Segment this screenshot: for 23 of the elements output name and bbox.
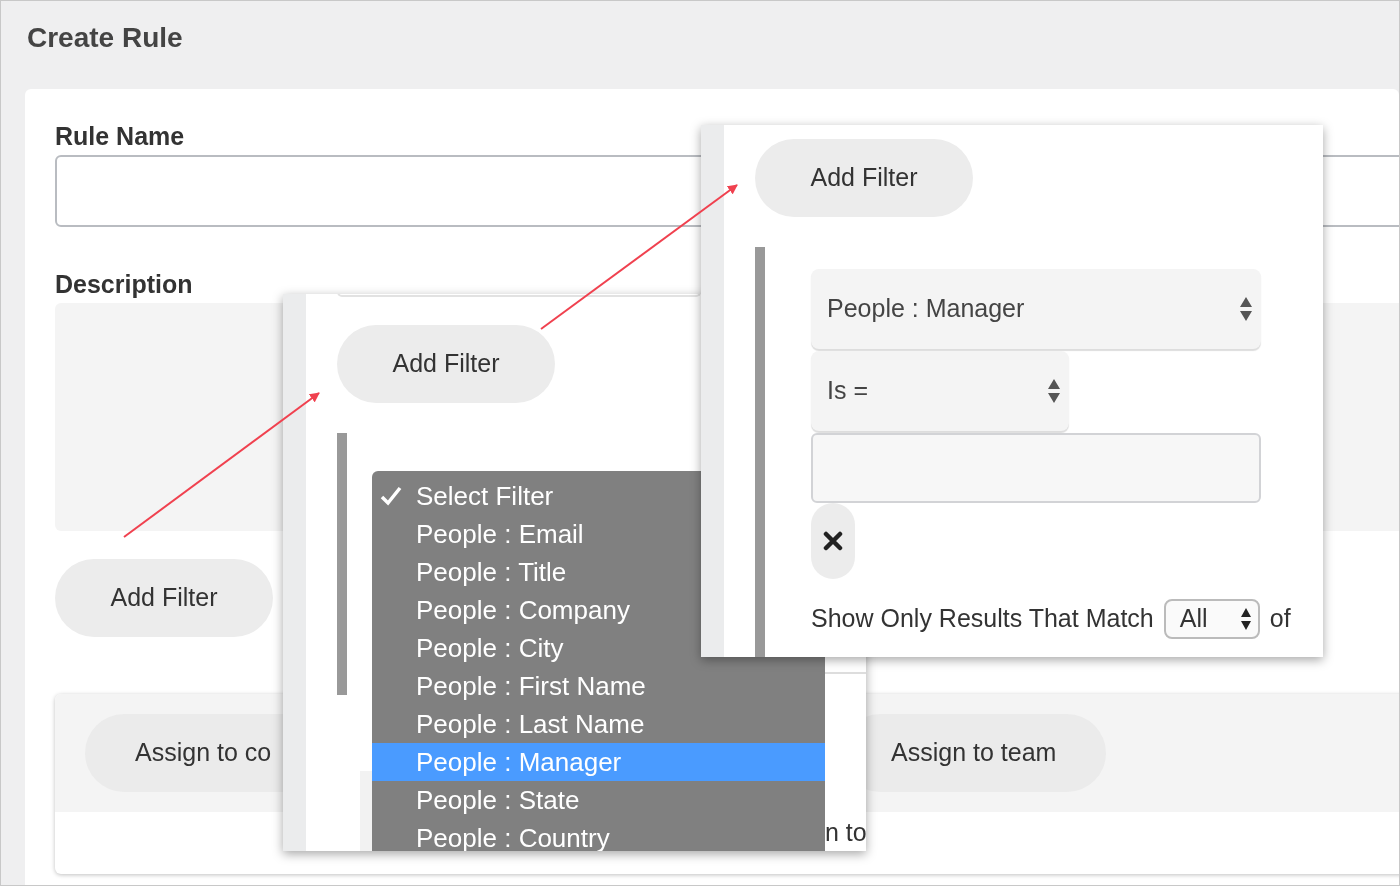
text-fragment: n to xyxy=(825,817,866,848)
dropdown-option[interactable]: People : First Name xyxy=(372,667,825,705)
close-icon xyxy=(823,531,843,551)
select-arrows-icon xyxy=(1239,296,1253,322)
input-field[interactable] xyxy=(811,433,1261,503)
select-arrows-icon xyxy=(1239,607,1252,631)
filter-select[interactable]: People : Manager xyxy=(811,269,1261,349)
dropdown-option[interactable]: People : Manager xyxy=(372,743,825,781)
dropdown-option[interactable]: People : Last Name xyxy=(372,705,825,743)
match-select[interactable]: All xyxy=(1163,599,1260,639)
page-title: Create Rule xyxy=(26,21,184,55)
add-filter-button[interactable]: Add Filter xyxy=(337,325,555,403)
add-filter-button[interactable]: Add Filter xyxy=(55,559,273,637)
text-fragment: of xyxy=(1269,603,1291,635)
dropdown-option[interactable]: People : Country xyxy=(372,819,825,851)
match-label: Show Only Results That Match xyxy=(811,603,1154,635)
field-label: Description xyxy=(55,269,194,299)
dropdown-option[interactable]: People : State xyxy=(372,781,825,819)
add-filter-button[interactable]: Add Filter xyxy=(755,139,973,217)
remove-button[interactable] xyxy=(811,503,855,579)
select-arrows-icon xyxy=(1047,378,1061,404)
field-label: Rule Name xyxy=(55,121,186,151)
operator-select[interactable]: Is = xyxy=(811,351,1069,431)
